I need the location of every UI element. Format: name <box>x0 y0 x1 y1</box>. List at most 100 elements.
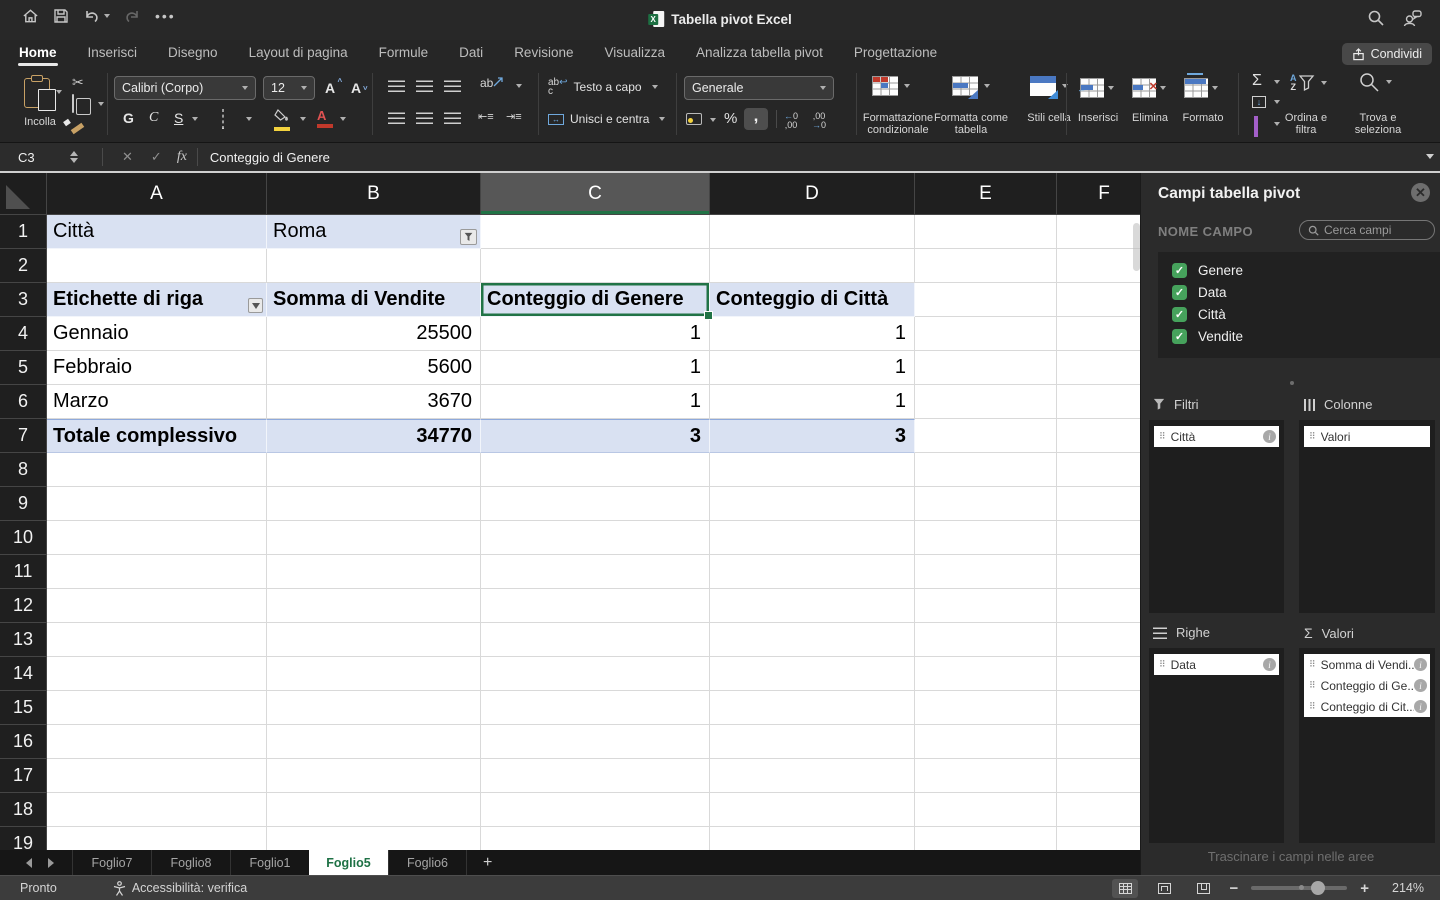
row-header-12[interactable]: 12 <box>0 589 47 623</box>
cell-D19[interactable] <box>710 827 915 850</box>
cell-B19[interactable] <box>267 827 481 850</box>
pill-info-icon[interactable]: i <box>1414 658 1427 671</box>
cell-E3[interactable] <box>915 283 1057 317</box>
cell-B8[interactable] <box>267 453 481 487</box>
cell-A12[interactable] <box>47 589 267 623</box>
cell-D3[interactable]: Conteggio di Città <box>710 283 915 317</box>
cell-D2[interactable] <box>710 249 915 283</box>
cell-C2[interactable] <box>481 249 710 283</box>
cell-A1[interactable]: Città <box>47 215 267 249</box>
row-header-13[interactable]: 13 <box>0 623 47 657</box>
cell-E13[interactable] <box>915 623 1057 657</box>
cell-B13[interactable] <box>267 623 481 657</box>
cell-E17[interactable] <box>915 759 1057 793</box>
cell-B14[interactable] <box>267 657 481 691</box>
cell-C18[interactable] <box>481 793 710 827</box>
pill-info-icon[interactable]: i <box>1263 430 1276 443</box>
tab-inserisci[interactable]: Inserisci <box>87 43 139 66</box>
wrap-text-button[interactable]: ab↩ c Testo a capo <box>548 78 658 97</box>
cell-A11[interactable] <box>47 555 267 589</box>
search-icon[interactable] <box>1367 9 1385 27</box>
sheet-tab-foglio5[interactable]: Foglio5 <box>309 850 388 875</box>
cell-B12[interactable] <box>267 589 481 623</box>
cell-C15[interactable] <box>481 691 710 725</box>
font-name-select[interactable]: Calibri (Corpo) <box>114 76 256 100</box>
row-header-14[interactable]: 14 <box>0 657 47 691</box>
area-pill-valori[interactable]: ⠿ Valori <box>1304 426 1430 447</box>
cell-F14[interactable] <box>1057 657 1140 691</box>
cell-D13[interactable] <box>710 623 915 657</box>
tab-revisione[interactable]: Revisione <box>513 43 574 66</box>
cell-D10[interactable] <box>710 521 915 555</box>
sheet-tab-foglio6[interactable]: Foglio6 <box>388 850 467 875</box>
cell-B1[interactable]: Roma <box>267 215 481 249</box>
cell-B3[interactable]: Somma di Vendite <box>267 283 481 317</box>
row-header-1[interactable]: 1 <box>0 215 47 249</box>
align-center-icon[interactable] <box>416 112 433 124</box>
zoom-slider[interactable] <box>1251 880 1348 895</box>
font-color-icon[interactable]: A <box>317 108 333 128</box>
align-top-icon[interactable] <box>388 80 405 92</box>
merge-center-button[interactable]: ↔ Unisci e centra <box>548 112 666 126</box>
align-bottom-icon[interactable] <box>444 80 461 92</box>
cell-C12[interactable] <box>481 589 710 623</box>
cell-D5[interactable]: 1 <box>710 351 915 385</box>
confirm-entry-icon[interactable]: ✓ <box>151 149 162 165</box>
row-header-4[interactable]: 4 <box>0 317 47 351</box>
sheet-tab-foglio1[interactable]: Foglio1 <box>230 850 309 875</box>
tab-progettazione[interactable]: Progettazione <box>853 43 938 66</box>
cell-F16[interactable] <box>1057 725 1140 759</box>
cell-E7[interactable] <box>915 419 1057 453</box>
increase-decimal-icon[interactable]: ←0,00 <box>784 112 798 130</box>
field-item-città[interactable]: ✓ Città <box>1172 303 1440 325</box>
clear-icon[interactable] <box>1254 116 1258 137</box>
drag-handle-icon[interactable]: ⠿ <box>1159 659 1166 670</box>
copy-icon[interactable] <box>72 94 74 113</box>
pill-info-icon[interactable]: i <box>1263 658 1276 671</box>
field-item-genere[interactable]: ✓ Genere <box>1172 259 1440 281</box>
cell-B11[interactable] <box>267 555 481 589</box>
cell-A14[interactable] <box>47 657 267 691</box>
cell-F3[interactable] <box>1057 283 1140 317</box>
name-box-stepper[interactable] <box>70 151 78 163</box>
cell-A17[interactable] <box>47 759 267 793</box>
cell-B9[interactable] <box>267 487 481 521</box>
values-area-box[interactable]: ⠿ Somma di Vendi... i ⠿ Conteggio di Ge... i ⠿… <box>1299 648 1435 843</box>
tab-disegno[interactable]: Disegno <box>167 43 219 66</box>
cell-F9[interactable] <box>1057 487 1140 521</box>
area-pill-città[interactable]: ⠿ Città i <box>1154 426 1279 447</box>
sort-filter-button[interactable]: AZ <box>1290 74 1327 92</box>
align-right-icon[interactable] <box>444 112 461 124</box>
cell-D14[interactable] <box>710 657 915 691</box>
cell-F15[interactable] <box>1057 691 1140 725</box>
vertical-scrollbar[interactable] <box>1133 223 1140 271</box>
insert-function-icon[interactable]: fx <box>177 149 187 165</box>
cell-C19[interactable] <box>481 827 710 850</box>
cell-A18[interactable] <box>47 793 267 827</box>
cell-E2[interactable] <box>915 249 1057 283</box>
font-size-select[interactable]: 12 <box>263 76 315 100</box>
area-pill-somma-di-vendi-[interactable]: ⠿ Somma di Vendi... i <box>1304 654 1430 675</box>
cell-C1[interactable] <box>481 215 710 249</box>
tab-home[interactable]: Home <box>18 43 58 66</box>
cell-F8[interactable] <box>1057 453 1140 487</box>
normal-view-icon[interactable] <box>1112 878 1139 898</box>
prev-sheet-icon[interactable] <box>26 857 32 868</box>
cell-B10[interactable] <box>267 521 481 555</box>
cell-C11[interactable] <box>481 555 710 589</box>
cell-C7[interactable]: 3 <box>481 419 710 453</box>
align-middle-icon[interactable] <box>416 80 433 92</box>
cell-F6[interactable] <box>1057 385 1140 419</box>
field-checkbox-vendite[interactable]: ✓ <box>1172 328 1187 344</box>
cell-E8[interactable] <box>915 453 1057 487</box>
format-as-table-button[interactable] <box>952 76 990 99</box>
zoom-out-button[interactable]: − <box>1229 880 1238 897</box>
currency-icon[interactable] <box>686 112 702 130</box>
select-all-corner[interactable] <box>0 173 47 215</box>
cell-B5[interactable]: 5600 <box>267 351 481 385</box>
cell-C6[interactable]: 1 <box>481 385 710 419</box>
cell-D8[interactable] <box>710 453 915 487</box>
add-sheet-button[interactable]: + <box>467 850 508 875</box>
cell-F2[interactable] <box>1057 249 1140 283</box>
cell-A9[interactable] <box>47 487 267 521</box>
